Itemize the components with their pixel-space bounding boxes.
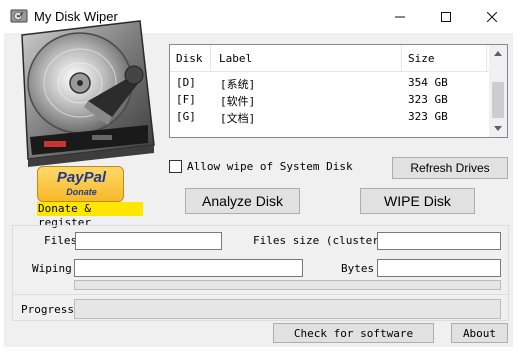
bytes-field <box>377 259 501 277</box>
progress-divider <box>12 294 509 295</box>
wipe-disk-button[interactable]: WIPE Disk <box>360 188 475 214</box>
about-button[interactable]: About <box>451 323 508 343</box>
drive-row[interactable]: [F] [软件] 323 GB <box>170 91 490 108</box>
drive-letter: [G] <box>176 110 196 123</box>
files-size-label: Files size (cluster, <box>253 234 386 247</box>
drive-list[interactable]: Disk Label Size [D] [系统] 354 GB [F] [软件]… <box>169 44 508 138</box>
paypal-donate-text: Donate <box>66 187 97 197</box>
column-disk[interactable]: Disk <box>176 52 203 65</box>
maximize-icon <box>441 11 451 22</box>
close-icon <box>487 11 497 22</box>
column-size[interactable]: Size <box>408 52 435 65</box>
refresh-drives-button[interactable]: Refresh Drives <box>392 157 508 179</box>
donate-register-link[interactable]: Donate & register <box>37 202 143 229</box>
overall-progress-bar <box>74 299 501 319</box>
progress-label: Progress <box>21 303 74 316</box>
drive-label: [软件] <box>220 95 256 108</box>
column-label[interactable]: Label <box>219 52 252 65</box>
scroll-down-arrow-icon[interactable] <box>490 120 506 137</box>
drive-label: [文档] <box>220 112 256 125</box>
files-size-field <box>377 232 501 250</box>
scroll-up-arrow-icon[interactable] <box>490 45 506 62</box>
files-label: Files <box>44 234 78 247</box>
analyze-disk-button[interactable]: Analyze Disk <box>185 188 300 214</box>
close-button[interactable] <box>469 0 515 33</box>
scroll-thumb[interactable] <box>492 82 504 118</box>
paypal-donate-button[interactable]: PayPal Donate <box>37 166 124 202</box>
drive-size: 354 GB <box>408 76 448 89</box>
wiping-progress-bar <box>74 280 501 290</box>
drive-size: 323 GB <box>408 93 448 106</box>
drive-row[interactable]: [D] [系统] 354 GB <box>170 74 490 91</box>
minimize-button[interactable] <box>377 0 423 33</box>
files-field <box>75 232 222 250</box>
drive-label: [系统] <box>220 78 256 91</box>
bytes-label: Bytes <box>341 262 375 275</box>
maximize-button[interactable] <box>423 0 469 33</box>
allow-system-disk-label[interactable]: Allow wipe of System Disk <box>187 160 353 173</box>
wiping-field <box>74 259 303 277</box>
drive-size: 323 GB <box>408 110 448 123</box>
drive-list-scrollbar[interactable] <box>489 45 507 137</box>
drive-letter: [D] <box>176 76 196 89</box>
drive-list-header: Disk Label Size <box>170 45 490 72</box>
hard-disk-image <box>8 17 156 167</box>
minimize-icon <box>395 16 405 17</box>
paypal-logo-text: PayPal <box>56 169 107 186</box>
drive-letter: [F] <box>176 93 196 106</box>
drive-row[interactable]: [G] [文档] 323 GB <box>170 108 490 125</box>
allow-system-disk-checkbox[interactable] <box>169 160 182 173</box>
wiping-label: Wiping <box>32 262 72 275</box>
check-for-software-button[interactable]: Check for software <box>273 323 434 343</box>
